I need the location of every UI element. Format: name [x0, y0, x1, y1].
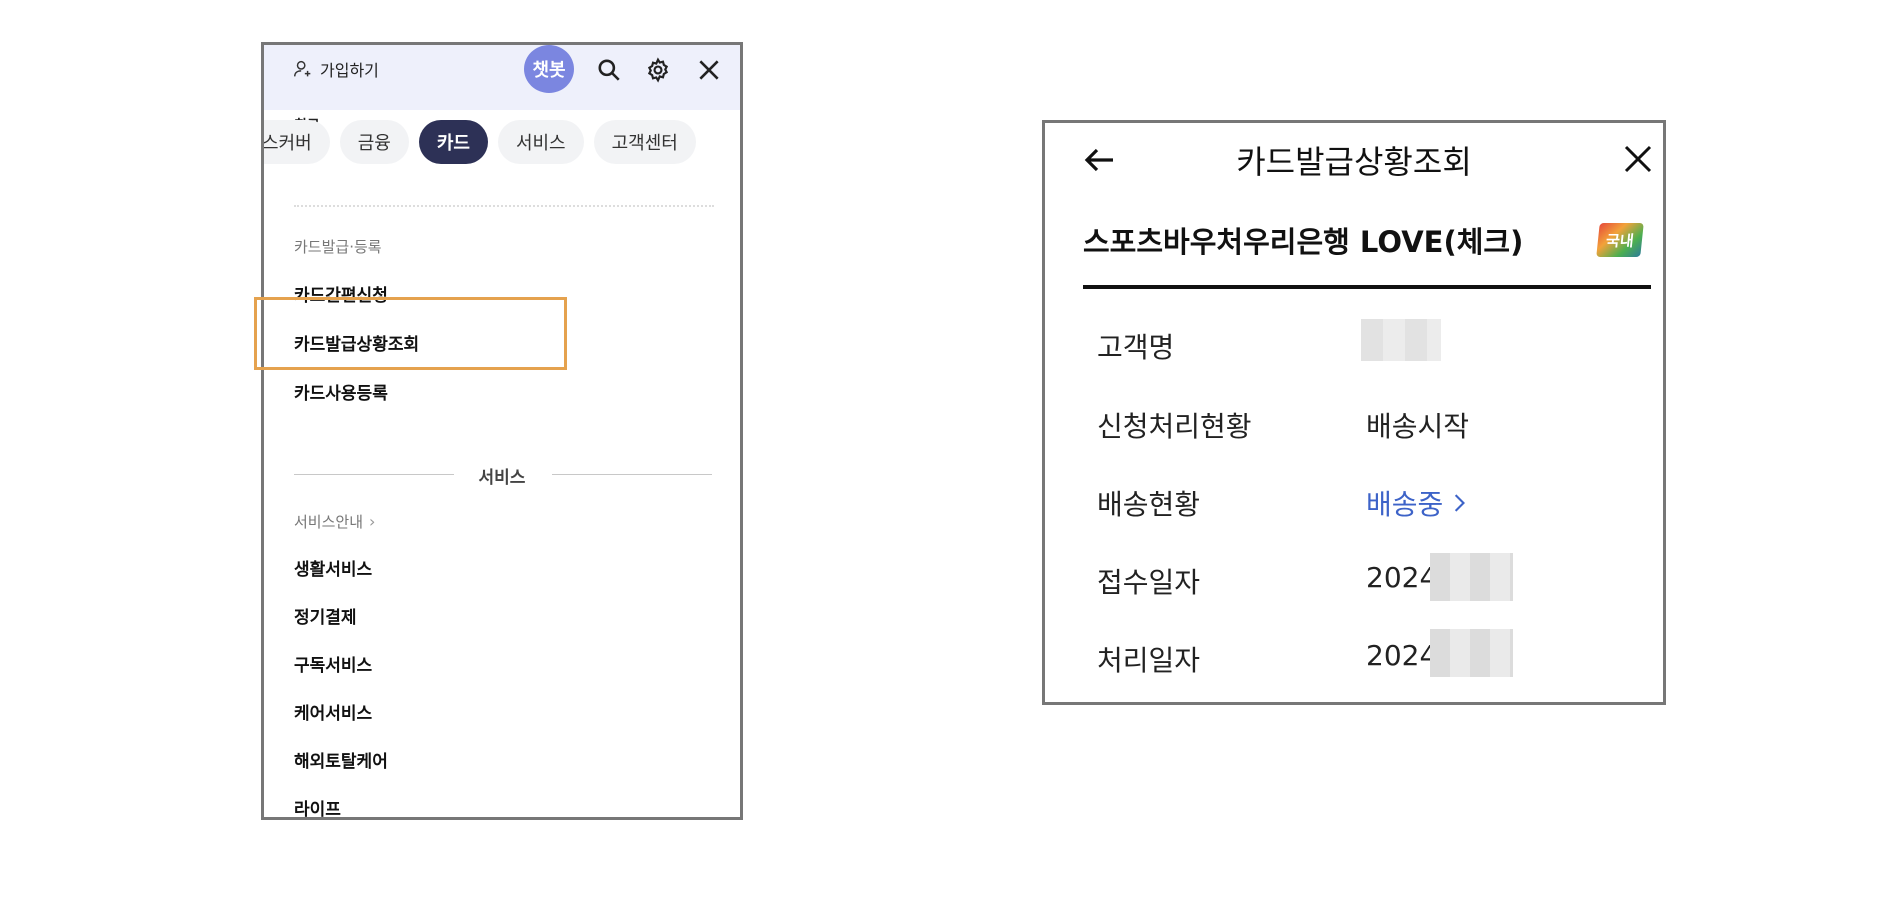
badge-label: 국내 — [1605, 231, 1635, 250]
signup-label: 가입하기 — [320, 61, 379, 80]
label-processing-status: 신청처리현황 — [1097, 410, 1252, 443]
chevron-right-icon: › — [369, 512, 376, 531]
dotted-divider — [294, 205, 714, 207]
card-product-name: 스포츠바우처우리은행 LOVE(체크) — [1083, 225, 1524, 259]
menu-header: 가입하기 챗봇 — [264, 45, 740, 110]
label-delivery-status: 배송현황 — [1097, 488, 1201, 521]
tab-customer-center[interactable]: 고객센터 — [593, 120, 696, 164]
tab-finance[interactable]: 금융 — [339, 120, 409, 164]
tab-card[interactable]: 카드 — [418, 120, 488, 164]
chatbot-label: 챗봇 — [532, 60, 566, 81]
chevron-right-icon — [1455, 494, 1466, 512]
search-icon[interactable] — [596, 57, 622, 83]
chatbot-button[interactable]: 챗봇 — [524, 45, 574, 93]
close-icon[interactable] — [696, 57, 722, 83]
card-issue-status-page: 카드발급상황조회 스포츠바우처우리은행 LOVE(체크) 국내 고객명 신청처리… — [1042, 120, 1666, 705]
value-processing-status: 배송시작 — [1366, 410, 1470, 443]
delivery-status-value: 배송중 — [1366, 488, 1444, 521]
label-customer-name: 고객명 — [1097, 331, 1175, 364]
signup-button[interactable]: 가입하기 — [292, 57, 379, 81]
menu-item-subscription[interactable]: 구독서비스 — [294, 651, 372, 676]
delivery-status-link[interactable]: 배송중 — [1366, 483, 1467, 523]
section-title-card-issue: 카드발급·등록 — [294, 238, 382, 256]
menu-item-card-issue-status[interactable]: 카드발급상황조회 — [294, 330, 419, 355]
title-underline — [1083, 285, 1651, 289]
menu-item-card-quick-apply[interactable]: 카드간편신청 — [294, 281, 388, 306]
page-title: 카드발급상황조회 — [1236, 143, 1472, 181]
menu-item-regular-payment[interactable]: 정기결제 — [294, 603, 357, 628]
mobile-menu-panel: 가입하기 챗봇 최근 스커버 금융 카드 서비스 고객센터 카드발급·등록 카드… — [261, 42, 743, 820]
menu-item-overseas-care[interactable]: 해외토탈케어 — [294, 747, 388, 772]
label-processed-date: 처리일자 — [1097, 644, 1201, 677]
label-received-date: 접수일자 — [1097, 566, 1201, 599]
masked-processed-date — [1430, 629, 1513, 677]
service-guide-label: 서비스안내 — [294, 513, 364, 531]
menu-item-card-use-register[interactable]: 카드사용등록 — [294, 379, 388, 404]
tab-discover[interactable]: 스커버 — [264, 120, 330, 164]
masked-received-date — [1430, 553, 1513, 601]
gear-icon[interactable] — [645, 57, 671, 83]
section-title-service-guide[interactable]: 서비스안내 › — [294, 511, 375, 532]
domestic-badge: 국내 — [1596, 223, 1644, 257]
menu-item-life-service[interactable]: 생활서비스 — [294, 555, 372, 580]
user-add-icon — [294, 60, 311, 77]
section-divider-service: 서비스 — [478, 468, 526, 488]
menu-item-care-service[interactable]: 케어서비스 — [294, 699, 372, 724]
menu-item-life[interactable]: 라이프 — [294, 795, 341, 817]
tab-service[interactable]: 서비스 — [497, 120, 584, 164]
masked-customer-name — [1361, 319, 1441, 361]
close-icon[interactable] — [1622, 143, 1654, 175]
category-tabs: 스커버 금융 카드 서비스 고객센터 — [264, 120, 696, 164]
